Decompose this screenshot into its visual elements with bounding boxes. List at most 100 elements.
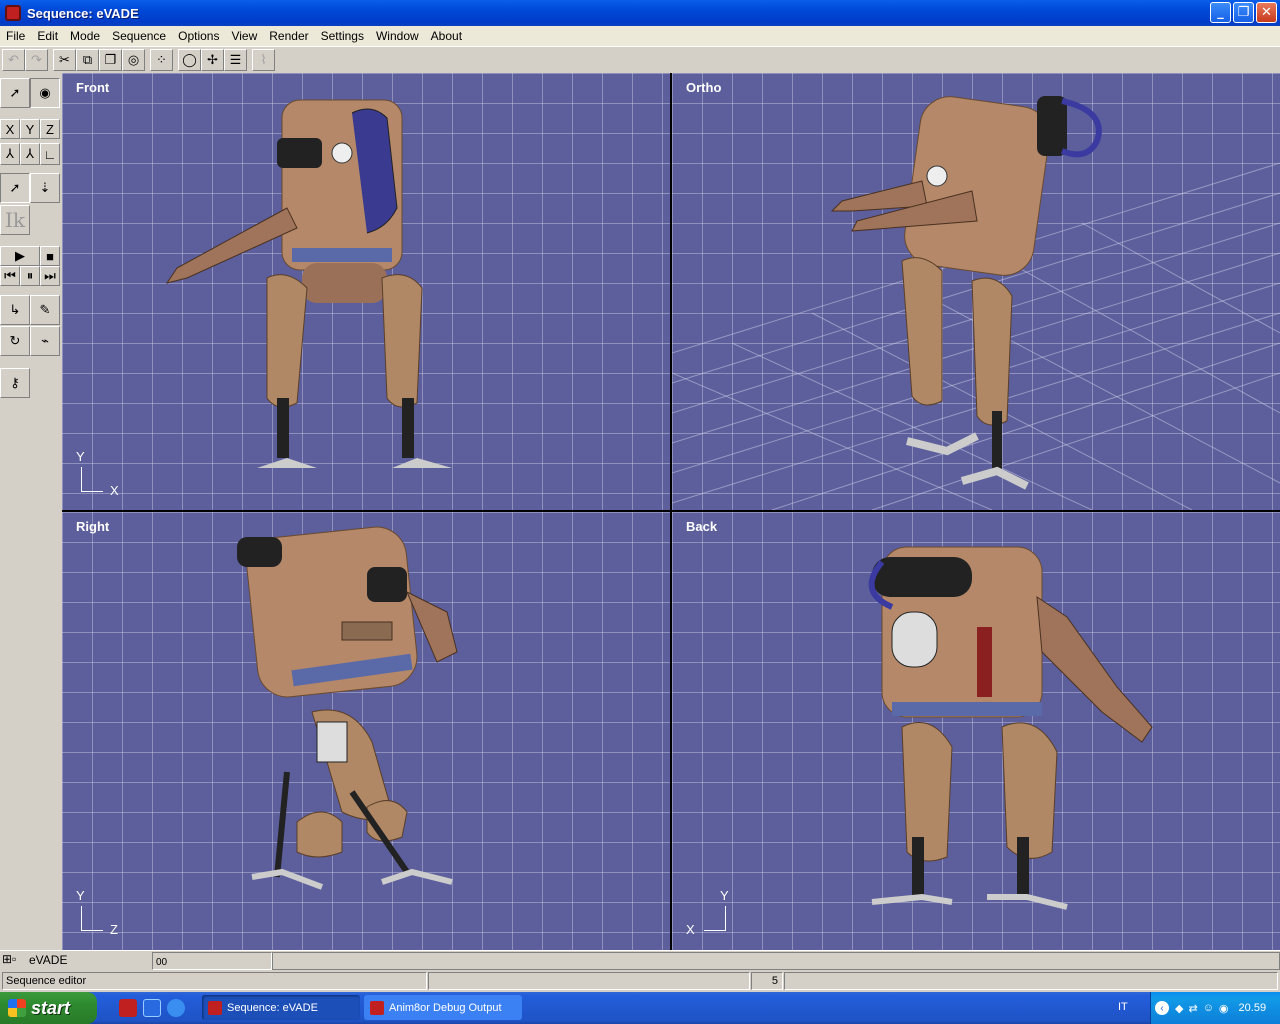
coord-world-icon[interactable]: ⅄ (20, 143, 40, 165)
toolbar: ↶ ↷ ✂ ⧉ ❐ ◎ ⁘ ◯ ✢ ☰ ⌇ (0, 46, 1280, 73)
menu-options[interactable]: Options (172, 29, 225, 43)
anim8or-quicklaunch-icon[interactable] (119, 999, 137, 1017)
axis-x-label: X (686, 922, 695, 937)
viewport-label: Back (686, 519, 718, 534)
status-bar: Sequence editor 5 (0, 970, 1280, 992)
graph-icon[interactable]: ⌇ (252, 49, 275, 71)
messenger-icon[interactable]: ☺ (1203, 1002, 1214, 1014)
viewport-back[interactable]: Back Y X (672, 512, 1280, 950)
node-icon[interactable]: ✢ (201, 49, 224, 71)
system-tray: ‹ ◆ ⇄ ☺ ◉ 20.59 (1150, 992, 1280, 1024)
axis-y-button[interactable]: Y (20, 119, 40, 139)
axis-y-label: Y (720, 888, 729, 903)
copy-icon[interactable]: ⧉ (76, 49, 99, 71)
taskbar: start Sequence: eVADE Anim8or Debug Outp… (0, 992, 1280, 1024)
path-icon[interactable]: ⌁ (30, 326, 60, 356)
sphere-icon[interactable]: ◎ (122, 49, 145, 71)
window-title: Sequence: eVADE (27, 5, 139, 21)
frame-counter: 5 (751, 972, 783, 990)
language-indicator[interactable]: IT (1118, 1001, 1128, 1013)
app-icon[interactable] (5, 5, 21, 21)
menu-file[interactable]: File (0, 29, 31, 43)
panel-toggle-icon[interactable]: ⊞▫ (2, 952, 16, 966)
robot-model (237, 526, 458, 890)
key-icon[interactable]: ⚷ (0, 368, 30, 398)
start-button[interactable]: start (0, 992, 97, 1024)
title-bar: Sequence: eVADE _ ❐ ✕ (0, 0, 1280, 26)
viewport-ortho[interactable]: Ortho (672, 73, 1280, 510)
menu-sequence[interactable]: Sequence (106, 29, 172, 43)
task-debug-output[interactable]: Anim8or Debug Output (364, 995, 522, 1020)
robot-model (830, 96, 1102, 490)
timeline-start-label: 00 (156, 957, 168, 968)
eye-icon[interactable]: ◉ (30, 78, 60, 108)
menu-bar: File Edit Mode Sequence Options View Ren… (0, 26, 1280, 46)
menu-about[interactable]: About (425, 29, 468, 43)
timeline-track[interactable] (272, 952, 1280, 970)
select-icon[interactable]: ➚ (0, 173, 30, 203)
viewport-area: Front Y X Ortho Right Y Z Back Y X (62, 73, 1280, 950)
redo-icon[interactable]: ↷ (25, 49, 48, 71)
pause-button[interactable]: ⏸ (20, 266, 40, 286)
anim8or-app-icon (208, 1000, 222, 1015)
menu-window[interactable]: Window (370, 29, 425, 43)
ik-button[interactable]: Ik (0, 205, 30, 235)
list-icon[interactable]: ☰ (224, 49, 247, 71)
menu-view[interactable]: View (225, 29, 263, 43)
fast-forward-button[interactable]: ⏭ (40, 266, 60, 286)
windows-flag-icon (8, 999, 26, 1017)
antivirus-icon[interactable]: ◆ (1175, 1002, 1183, 1015)
tray-expand-icon[interactable]: ‹ (1155, 1001, 1169, 1015)
axis-y-label: Y (76, 449, 85, 464)
maximize-button[interactable]: ❐ (1233, 2, 1254, 23)
rewind-button[interactable]: ⏮ (0, 266, 20, 286)
start-label: start (31, 997, 71, 1018)
paste-icon[interactable]: ❐ (99, 49, 122, 71)
axis-z-label: Z (110, 922, 118, 937)
viewport-front[interactable]: Front Y X (62, 73, 670, 510)
internet-explorer-icon[interactable] (167, 999, 185, 1017)
axis-x-label: X (110, 483, 119, 498)
status-panel-blank (428, 972, 750, 990)
robot-model (868, 546, 1153, 910)
menu-render[interactable]: Render (263, 29, 314, 43)
axis-x-button[interactable]: X (0, 119, 20, 139)
viewport-label: Right (76, 519, 110, 534)
clock: 20.59 (1238, 1002, 1267, 1014)
menu-mode[interactable]: Mode (64, 29, 106, 43)
drag-icon[interactable]: ⇣ (30, 173, 60, 203)
menu-settings[interactable]: Settings (315, 29, 370, 43)
stop-button[interactable]: ■ (40, 246, 60, 266)
update-icon[interactable]: ◉ (1219, 1002, 1229, 1015)
cut-icon[interactable]: ✂ (53, 49, 76, 71)
undo-icon[interactable]: ↶ (2, 49, 25, 71)
minimize-button[interactable]: _ (1210, 2, 1231, 23)
robot-model (165, 99, 452, 468)
sequence-panel-bar: ⊞▫ eVADE 00 (0, 950, 1280, 970)
task-label: Anim8or Debug Output (389, 1001, 502, 1014)
status-text: Sequence editor (2, 972, 427, 990)
timeline-ruler[interactable]: 00 (152, 952, 272, 970)
target-icon[interactable]: ◯ (178, 49, 201, 71)
viewport-right[interactable]: Right Y Z (62, 512, 670, 950)
axis-z-button[interactable]: Z (40, 119, 60, 139)
axis-y-label: Y (76, 888, 85, 903)
brush-icon[interactable]: ✎ (30, 295, 60, 325)
panel-title: eVADE (29, 953, 68, 967)
task-label: Sequence: eVADE (227, 1001, 318, 1014)
menu-edit[interactable]: Edit (31, 29, 64, 43)
grid-icon[interactable]: ⁘ (150, 49, 173, 71)
tool-palette: ➚ ◉ X Y Z ⅄ ⅄ ∟ ➚ ⇣ Ik ▶ ■ ⏮ ⏸ ⏭ ↳ ✎ ↻ ⌁… (0, 73, 62, 950)
messenger-quicklaunch-icon[interactable] (143, 999, 161, 1017)
rotate-icon[interactable]: ↻ (0, 326, 30, 356)
network-icon[interactable]: ⇄ (1188, 1002, 1197, 1015)
anim8or-app-icon (370, 1000, 384, 1015)
task-sequence-evade[interactable]: Sequence: eVADE (202, 995, 360, 1020)
bone-edit-icon[interactable]: ↳ (0, 295, 30, 325)
close-button[interactable]: ✕ (1256, 2, 1277, 23)
coord-screen-icon[interactable]: ∟ (40, 143, 60, 165)
arrow-select-icon[interactable]: ➚ (0, 78, 30, 108)
play-button[interactable]: ▶ (0, 246, 40, 266)
status-panel-blank (784, 972, 1278, 990)
coord-object-icon[interactable]: ⅄ (0, 143, 20, 165)
